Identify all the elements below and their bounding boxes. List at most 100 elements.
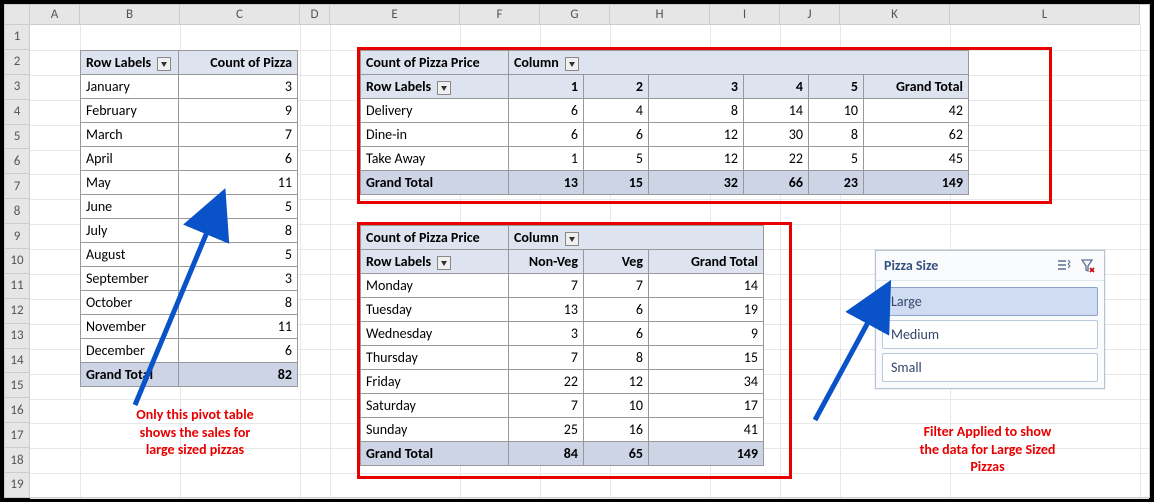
clear-filter-icon[interactable] <box>1080 258 1096 274</box>
cell-label: Monday <box>361 274 509 298</box>
pt1-count-header: Count of Pizza <box>179 51 298 75</box>
cell-value: 62 <box>864 123 969 147</box>
pt3-row-labels-header[interactable]: Row Labels <box>361 250 509 274</box>
row-header-3[interactable]: 3 <box>5 75 30 100</box>
row-header-16[interactable]: 16 <box>5 398 30 423</box>
pt1-row-labels-header[interactable]: Row Labels <box>81 51 179 75</box>
cell-value: 6 <box>179 339 298 363</box>
col-header-G[interactable]: G <box>540 5 610 25</box>
table-row[interactable]: September3 <box>81 267 298 291</box>
slicer-item-medium[interactable]: Medium <box>882 320 1098 349</box>
col-header-cell: Veg <box>584 250 649 274</box>
row-header-1[interactable]: 1 <box>5 25 30 50</box>
row-header-19[interactable]: 19 <box>5 473 30 498</box>
table-row[interactable]: Monday7714 <box>361 274 764 298</box>
col-header-J[interactable]: J <box>780 5 840 25</box>
cell-value: 45 <box>864 147 969 171</box>
table-row[interactable]: Wednesday369 <box>361 322 764 346</box>
table-row[interactable]: January3 <box>81 75 298 99</box>
col-header-I[interactable]: I <box>710 5 780 25</box>
col-header-cell: 5 <box>809 75 864 99</box>
cell-value: 30 <box>744 123 809 147</box>
slicer-item-large[interactable]: Large <box>882 287 1098 316</box>
row-header-12[interactable]: 12 <box>5 299 30 324</box>
annotation-right: Filter Applied to showthe data for Large… <box>870 423 1105 476</box>
cell-label: October <box>81 291 179 315</box>
table-row[interactable]: February9 <box>81 99 298 123</box>
row-header-10[interactable]: 10 <box>5 249 30 274</box>
col-header-D[interactable]: D <box>300 5 330 25</box>
col-header-K[interactable]: K <box>840 5 950 25</box>
grand-total-value: 32 <box>649 171 744 195</box>
table-row[interactable]: November11 <box>81 315 298 339</box>
table-row[interactable]: Dine-in661230862 <box>361 123 969 147</box>
col-header-E[interactable]: E <box>330 5 460 25</box>
row-header-18[interactable]: 18 <box>5 448 30 473</box>
cell-label: Saturday <box>361 394 509 418</box>
col-header-H[interactable]: H <box>610 5 710 25</box>
table-row[interactable]: Thursday7815 <box>361 346 764 370</box>
table-row[interactable]: December6 <box>81 339 298 363</box>
dropdown-icon[interactable] <box>157 57 171 71</box>
dropdown-icon[interactable] <box>437 256 451 270</box>
cell-label: July <box>81 219 179 243</box>
cell-value: 5 <box>809 147 864 171</box>
cell-label: Delivery <box>361 99 509 123</box>
grand-total-label: Grand Total <box>361 171 509 195</box>
annotation-left: Only this pivot tableshows the sales for… <box>95 406 295 459</box>
row-header-2[interactable]: 2 <box>5 50 30 75</box>
cell-value: 8 <box>649 99 744 123</box>
grand-total-value: 149 <box>649 442 764 466</box>
select-all-corner[interactable] <box>5 5 30 25</box>
table-row[interactable]: Take Away151222545 <box>361 147 969 171</box>
cell-value: 5 <box>179 243 298 267</box>
col-header-B[interactable]: B <box>80 5 180 25</box>
table-row[interactable]: May11 <box>81 171 298 195</box>
grid-area[interactable]: Row Labels Count of Pizza January3Februa… <box>30 25 1149 497</box>
row-header-6[interactable]: 6 <box>5 149 30 174</box>
table-row[interactable]: March7 <box>81 123 298 147</box>
table-row[interactable]: Saturday71017 <box>361 394 764 418</box>
row-header-17[interactable]: 17 <box>5 423 30 448</box>
col-header-C[interactable]: C <box>180 5 300 25</box>
grand-total-value: 66 <box>744 171 809 195</box>
table-row[interactable]: June5 <box>81 195 298 219</box>
table-row[interactable]: Tuesday13619 <box>361 298 764 322</box>
spreadsheet: ABCDEFGHIJKL 123456789101112131415161718… <box>4 4 1150 498</box>
table-row[interactable]: July8 <box>81 219 298 243</box>
cell-value: 7 <box>179 123 298 147</box>
grand-total-value: 82 <box>179 363 298 387</box>
multi-select-icon[interactable] <box>1056 258 1072 274</box>
pt2-column-header[interactable]: Column <box>509 51 969 75</box>
row-header-13[interactable]: 13 <box>5 324 30 349</box>
pt3-column-header[interactable]: Column <box>509 226 764 250</box>
grand-total-label: Grand Total <box>81 363 179 387</box>
col-header-L[interactable]: L <box>950 5 1140 25</box>
row-header-4[interactable]: 4 <box>5 100 30 125</box>
dropdown-icon[interactable] <box>437 81 451 95</box>
row-header-14[interactable]: 14 <box>5 349 30 374</box>
col-header-F[interactable]: F <box>460 5 540 25</box>
table-row[interactable]: October8 <box>81 291 298 315</box>
table-row[interactable]: August5 <box>81 243 298 267</box>
pt2-row-labels-header[interactable]: Row Labels <box>361 75 509 99</box>
cell-value: 7 <box>584 274 649 298</box>
cell-value: 8 <box>179 291 298 315</box>
table-row[interactable]: Sunday251641 <box>361 418 764 442</box>
row-header-15[interactable]: 15 <box>5 373 30 398</box>
cell-value: 6 <box>509 123 584 147</box>
grand-total-value: 65 <box>584 442 649 466</box>
row-header-9[interactable]: 9 <box>5 224 30 249</box>
table-row[interactable]: April6 <box>81 147 298 171</box>
row-header-8[interactable]: 8 <box>5 199 30 224</box>
col-header-A[interactable]: A <box>30 5 80 25</box>
row-header-11[interactable]: 11 <box>5 274 30 299</box>
row-header-7[interactable]: 7 <box>5 174 30 199</box>
dropdown-icon[interactable] <box>565 57 579 71</box>
row-header-5[interactable]: 5 <box>5 125 30 150</box>
dropdown-icon[interactable] <box>565 232 579 246</box>
table-row[interactable]: Friday221234 <box>361 370 764 394</box>
table-row[interactable]: Delivery648141042 <box>361 99 969 123</box>
slicer-item-small[interactable]: Small <box>882 353 1098 382</box>
cell-value: 10 <box>809 99 864 123</box>
